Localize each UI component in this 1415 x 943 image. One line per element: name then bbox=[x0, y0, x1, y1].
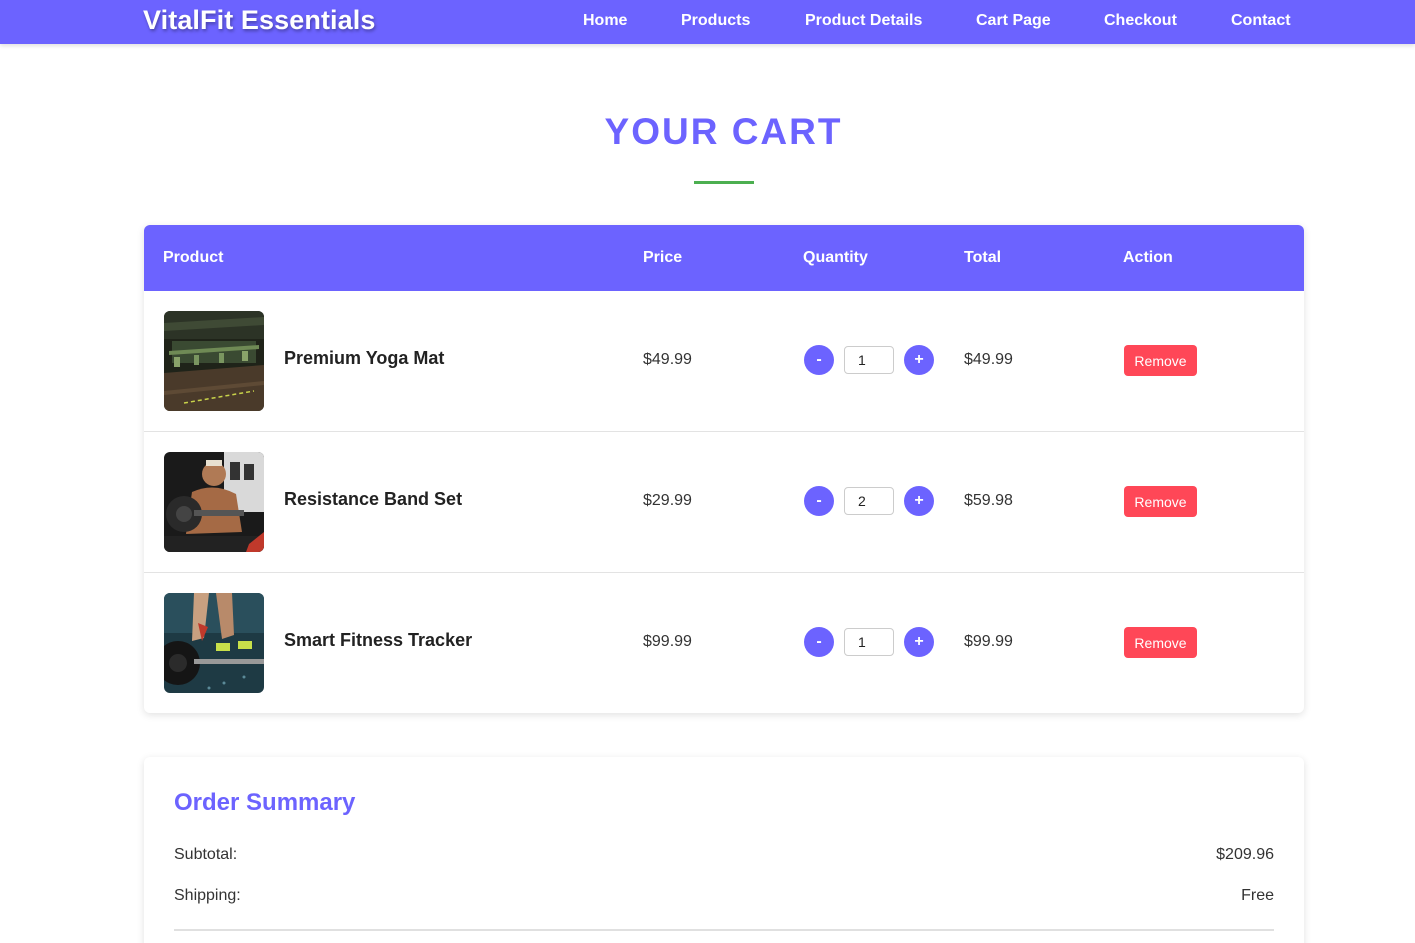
summary-divider bbox=[174, 929, 1274, 931]
table-row: Smart Fitness Tracker $99.99 - + $99.99 … bbox=[144, 573, 1304, 713]
column-header-product: Product bbox=[163, 249, 224, 266]
cart-table: Product Price Quantity Total Action Prem… bbox=[144, 225, 1304, 713]
subtotal-label: Subtotal: bbox=[174, 846, 238, 863]
main-nav: Home Products Product Details Cart Page … bbox=[0, 12, 1415, 32]
shipping-value: Free bbox=[1241, 887, 1274, 904]
nav-link-home[interactable]: Home bbox=[583, 12, 627, 30]
increase-quantity-button[interactable]: + bbox=[904, 345, 934, 375]
athlete-weightlifting-photo bbox=[164, 452, 264, 552]
nav-link-products[interactable]: Products bbox=[681, 12, 750, 30]
barbell-deadlift-photo bbox=[164, 593, 264, 693]
shipping-label: Shipping: bbox=[174, 887, 241, 904]
product-name[interactable]: Smart Fitness Tracker bbox=[284, 630, 472, 651]
column-header-total: Total bbox=[964, 249, 1002, 266]
product-image bbox=[164, 452, 264, 552]
row-total: $49.99 bbox=[964, 351, 1013, 368]
gym-interior-photo bbox=[164, 311, 264, 411]
subtotal-value: $209.96 bbox=[1216, 846, 1274, 863]
row-total: $59.98 bbox=[964, 492, 1013, 509]
column-header-quantity: Quantity bbox=[803, 249, 868, 266]
product-name[interactable]: Premium Yoga Mat bbox=[284, 348, 444, 369]
order-summary-title: Order Summary bbox=[174, 789, 356, 816]
column-header-action: Action bbox=[1123, 249, 1173, 266]
product-image bbox=[164, 311, 264, 411]
quantity-input[interactable] bbox=[844, 487, 894, 515]
nav-link-checkout[interactable]: Checkout bbox=[1104, 12, 1177, 30]
product-price: $99.99 bbox=[643, 633, 692, 650]
remove-item-button[interactable]: Remove bbox=[1124, 345, 1197, 376]
row-total: $99.99 bbox=[964, 633, 1013, 650]
order-summary: Order Summary Subtotal: $209.96 Shipping… bbox=[144, 757, 1304, 943]
increase-quantity-button[interactable]: + bbox=[904, 486, 934, 516]
product-price: $49.99 bbox=[643, 351, 692, 368]
top-navbar: VitalFit Essentials Home Products Produc… bbox=[0, 0, 1415, 44]
remove-item-button[interactable]: Remove bbox=[1124, 627, 1197, 658]
decrease-quantity-button[interactable]: - bbox=[804, 627, 834, 657]
decrease-quantity-button[interactable]: - bbox=[804, 486, 834, 516]
decrease-quantity-button[interactable]: - bbox=[804, 345, 834, 375]
table-row: Premium Yoga Mat $49.99 - + $49.99 Remov… bbox=[144, 291, 1304, 432]
quantity-input[interactable] bbox=[844, 346, 894, 374]
table-header: Product Price Quantity Total Action bbox=[144, 225, 1304, 291]
column-header-price: Price bbox=[643, 249, 683, 266]
remove-item-button[interactable]: Remove bbox=[1124, 486, 1197, 517]
quantity-input[interactable] bbox=[844, 628, 894, 656]
product-name[interactable]: Resistance Band Set bbox=[284, 489, 462, 510]
table-row: Resistance Band Set $29.99 - + $59.98 Re… bbox=[144, 432, 1304, 573]
title-underline bbox=[694, 181, 754, 184]
nav-link-contact[interactable]: Contact bbox=[1231, 12, 1291, 30]
nav-link-product-details[interactable]: Product Details bbox=[805, 12, 922, 30]
nav-link-cart-page[interactable]: Cart Page bbox=[976, 12, 1051, 30]
product-image bbox=[164, 593, 264, 693]
product-price: $29.99 bbox=[643, 492, 692, 509]
increase-quantity-button[interactable]: + bbox=[904, 627, 934, 657]
page-title: YOUR CART bbox=[604, 111, 843, 152]
